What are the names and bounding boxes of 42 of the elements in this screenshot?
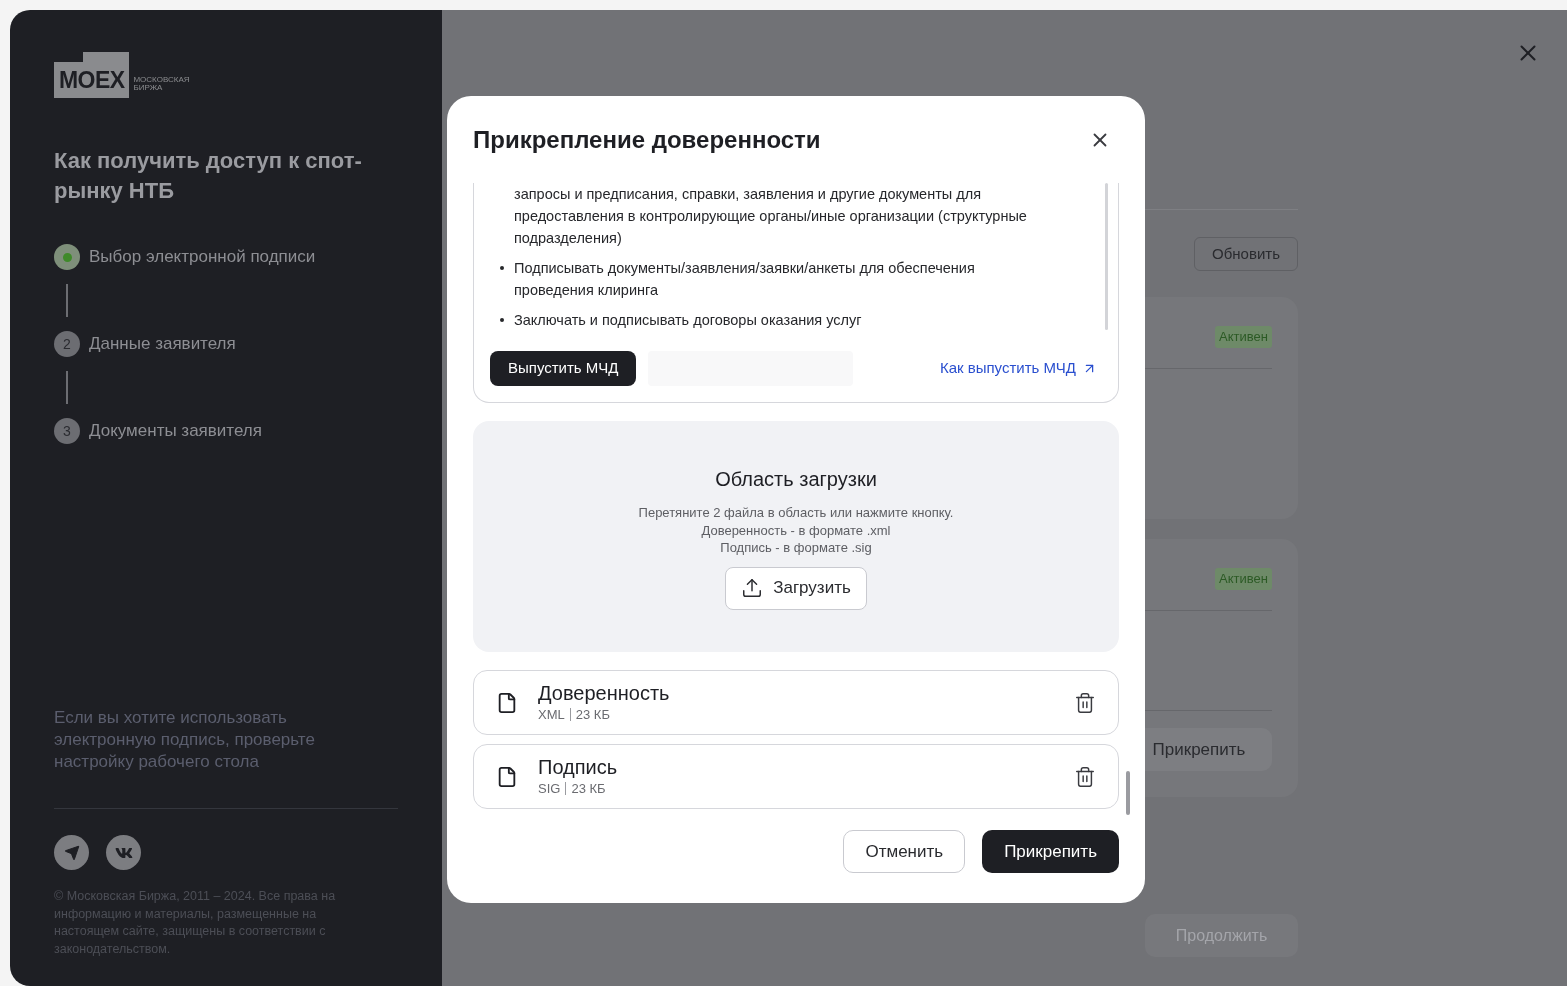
cancel-button[interactable]: Отменить (843, 830, 966, 873)
help-link[interactable]: Как выпустить МЧД (939, 357, 1097, 380)
trash-icon (1074, 691, 1096, 714)
upload-hint: Перетяните 2 файла в область или нажмите кнопку. (638, 504, 954, 522)
info-text: Заключать и подписывать договоры оказания услуг (514, 311, 862, 330)
paper-plane-icon (63, 844, 80, 861)
file-type: SIG (538, 779, 561, 798)
step-marker: 3 (54, 418, 80, 444)
info-text: запросы и предписания, справки, заявления и другие документы для предоставления в контролирующие органы/иные организации (структурные подразделения) (514, 185, 1028, 248)
upload-hint: Доверенность - в формате .xml (701, 521, 891, 539)
status-badge: Активен (1215, 568, 1272, 590)
issue-button[interactable]: Выпустить МЧД (490, 351, 637, 386)
bullet-icon (500, 266, 504, 270)
step-marker: 2 (54, 331, 80, 357)
paper-plane-link[interactable] (54, 835, 89, 870)
delete-button[interactable] (1074, 691, 1096, 714)
vk-link[interactable] (106, 835, 141, 870)
step-label: Данные заявителя (89, 333, 236, 356)
upload-icon (741, 577, 764, 599)
file-size: 23 КБ (575, 705, 610, 724)
trash-icon (1074, 765, 1096, 788)
upload-title: Область загрузки (715, 467, 877, 492)
file-name: Подпись (538, 754, 618, 779)
info-text: Подписывать документы/заявления/заявки/анкеты для обеспечения проведения клиринга (514, 259, 976, 300)
file-size: 23 КБ (571, 779, 606, 798)
hint-text: Если вы хотите использовать электронную подпись, проверьте настройку рабочего стола (54, 707, 316, 773)
upload-hint: Подпись - в формате .sig (720, 539, 872, 557)
step-label: Документы заявителя (89, 420, 262, 443)
file-type: XML (538, 705, 565, 724)
step-label: Выбор электронной подписи (89, 246, 316, 269)
bullet-icon (500, 318, 504, 322)
dialog-title: Прикрепление доверенности (473, 124, 821, 155)
file-icon (496, 691, 518, 714)
scrollbar (1126, 771, 1130, 815)
file-name: Доверенность (538, 680, 670, 705)
status-badge: Активен (1215, 326, 1272, 348)
submit-button[interactable]: Прикрепить (982, 830, 1119, 873)
logo: MOEX МОСКОВСКАЯ БИРЖА (54, 52, 398, 98)
file-icon (496, 765, 518, 788)
delete-button[interactable] (1074, 765, 1096, 788)
sidebar-title: Как получить доступ к спот-рынку НТБ (54, 147, 363, 205)
upload-button[interactable]: Загрузить (725, 566, 867, 610)
